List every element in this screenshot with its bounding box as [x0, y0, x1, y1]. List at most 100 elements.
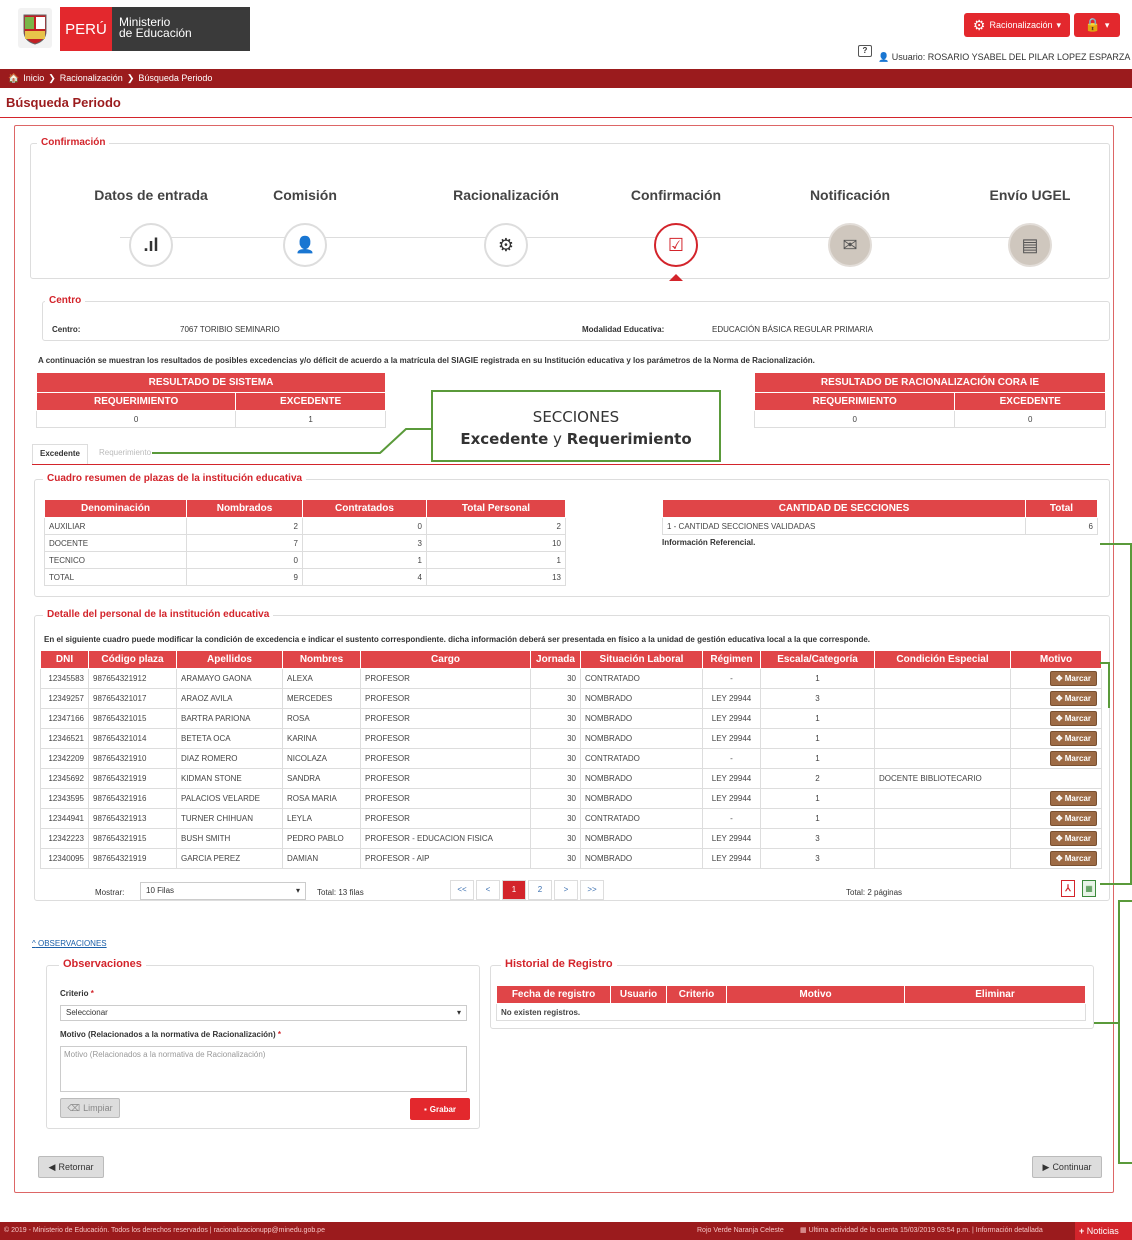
step-datos-entrada[interactable]: Datos de entrada .ıl [71, 187, 231, 267]
table-cell: 12345583 [40, 668, 89, 689]
continuar-button[interactable]: ▶ Continuar [1032, 1156, 1102, 1178]
excel-export-icon[interactable]: ▦ [1082, 880, 1096, 897]
marcar-button[interactable]: ✥ Marcar [1049, 731, 1097, 746]
motivo-textarea[interactable]: Motivo (Relacionados a la normativa de R… [60, 1046, 467, 1092]
table-cell: 1 [760, 708, 875, 729]
table-cell: 987654321014 [88, 728, 177, 749]
marcar-button[interactable]: ✥ Marcar [1049, 691, 1097, 706]
table-cell: 1 [760, 668, 875, 689]
marcar-icon: ✥ [1055, 834, 1063, 843]
table-cell: LEY 29944 [702, 848, 761, 869]
modalidad-label: Modalidad Educativa: [582, 325, 665, 334]
table-cell: CONTRATADO [580, 748, 703, 769]
criterio-label: Criterio * [60, 989, 94, 998]
col-contratados: Contratados [302, 499, 427, 518]
page-button[interactable]: 1 [502, 880, 526, 900]
marcar-button[interactable]: ✥ Marcar [1049, 791, 1097, 806]
col-nombres: Nombres [282, 650, 361, 669]
breadcrumb-racionalizacion[interactable]: Racionalización [60, 69, 123, 88]
col-regimen: Régimen [702, 650, 761, 669]
marcar-button[interactable]: ✥ Marcar [1049, 851, 1097, 866]
tab-requerimiento[interactable]: Requerimiento [90, 444, 160, 464]
ministry-line2: de Educación [119, 26, 192, 40]
table-cell: 30 [530, 788, 581, 809]
tab-excedente[interactable]: Excedente [32, 444, 88, 464]
home-icon[interactable]: 🏠 [8, 69, 19, 88]
table-cell: NICOLAZA [282, 748, 361, 769]
racionalizacion-menu-label: Racionalización [989, 20, 1053, 30]
marcar-button[interactable]: ✥ Marcar [1049, 711, 1097, 726]
resultado-sistema-table: RESULTADO DE SISTEMA REQUERIMIENTO EXCEDE… [35, 372, 386, 428]
caret-down-icon: ▾ [295, 886, 300, 895]
limpiar-button[interactable]: ⌫ Limpiar [60, 1098, 120, 1118]
detalle-table: DNI Código plaza Apellidos Nombres Cargo… [40, 650, 1102, 869]
peru-brand: PERÚ [60, 7, 112, 51]
resultado-cora-title: RESULTADO DE RACIONALIZACIÓN CORA IE [754, 372, 1106, 393]
grabar-button[interactable]: ▪ Grabar [410, 1098, 470, 1120]
footer-theme-links[interactable]: Rojo Verde Naranja Celeste [697, 1222, 784, 1240]
table-cell: PROFESOR [360, 668, 531, 689]
retornar-button[interactable]: ◀ Retornar [38, 1156, 104, 1178]
table-cell: PROFESOR - AIP [360, 848, 531, 869]
motivo-cell [1010, 768, 1102, 789]
table-cell: TURNER CHIHUAN [176, 808, 283, 829]
observaciones-toggle[interactable]: ^ OBSERVACIONES [32, 939, 107, 948]
table-cell: PROFESOR [360, 788, 531, 809]
table-cell: 30 [530, 848, 581, 869]
noticias-button[interactable]: + Noticias [1075, 1222, 1132, 1240]
table-row: 12345692 987654321919 KIDMAN STONE SANDRA PR… [40, 768, 1102, 789]
table-row: 12346521 987654321014 BETETA OCA KARINA PROF… [40, 728, 1102, 749]
step-confirmacion[interactable]: Confirmación ☑ [596, 187, 756, 281]
page-button[interactable]: < [476, 880, 500, 900]
centro-value: 7067 TORIBIO SEMINARIO [180, 325, 280, 334]
table-cell: 987654321913 [88, 808, 177, 829]
marcar-button[interactable]: ✥ Marcar [1049, 751, 1097, 766]
filas-select[interactable]: 10 Filas ▾ [140, 882, 306, 900]
info-referencial: Información Referencial. [662, 538, 756, 547]
step-envio-ugel[interactable]: Envío UGEL ▤ [950, 187, 1110, 267]
user-icon: 👤 [878, 52, 890, 62]
pdf-export-icon[interactable]: ⅄ [1061, 880, 1075, 897]
gear-icon: ⚙ [484, 223, 528, 267]
table-cell: 1 [760, 788, 875, 809]
page-button[interactable]: 2 [528, 880, 552, 900]
marcar-button[interactable]: ✥ Marcar [1049, 671, 1097, 686]
breadcrumb-inicio[interactable]: Inicio [23, 69, 44, 88]
criterio-select[interactable]: Seleccionar ▾ [60, 1005, 467, 1021]
racionalizacion-menu-button[interactable]: ⚙ Racionalización ▾ [964, 13, 1070, 37]
table-cell: NOMBRADO [580, 848, 703, 869]
table-cell: 12340095 [40, 848, 89, 869]
table-cell: KARINA [282, 728, 361, 749]
table-cell: NOMBRADO [580, 788, 703, 809]
resultado-sistema-title: RESULTADO DE SISTEMA [36, 372, 386, 393]
resumen-legend: Cuadro resumen de plazas de la instituci… [43, 473, 307, 484]
table-row: 12342223 987654321915 BUSH SMITH PEDRO PABL… [40, 828, 1102, 849]
step-notificacion[interactable]: Notificación ✉ [770, 187, 930, 267]
table-cell: ROSA MARIA [282, 788, 361, 809]
step-comision[interactable]: Comisión 👤 [225, 187, 385, 267]
envelope-icon: ✉ [828, 223, 872, 267]
col-criterio: Criterio [666, 985, 727, 1004]
annotation-tick-bottom [1094, 1020, 1118, 1024]
modalidad-value: EDUCACIÓN BÁSICA REGULAR PRIMARIA [712, 325, 873, 334]
help-button[interactable]: ? [858, 45, 872, 57]
marcar-button[interactable]: ✥ Marcar [1049, 831, 1097, 846]
page-button[interactable]: << [450, 880, 474, 900]
escudo-logo [18, 8, 52, 48]
marcar-button[interactable]: ✥ Marcar [1049, 811, 1097, 826]
col-escala: Escala/Categoría [760, 650, 875, 669]
table-cell: 1 [760, 748, 875, 769]
table-cell: BUSH SMITH [176, 828, 283, 849]
col-nombrados: Nombrados [186, 499, 303, 518]
step-racionalizacion[interactable]: Racionalización ⚙ [426, 187, 586, 267]
lock-menu-button[interactable]: 🔒 ▾ [1074, 13, 1120, 37]
col-motivo: Motivo [726, 985, 905, 1004]
footer-activity[interactable]: ▦ Ultima actividad de la cuenta 15/03/20… [800, 1222, 1043, 1240]
table-cell: DAMIAN [282, 848, 361, 869]
marcar-icon: ✥ [1055, 754, 1063, 763]
page-button[interactable]: > [554, 880, 578, 900]
confirmacion-legend: Confirmación [37, 137, 110, 148]
table-row: DOCENTE 7 3 10 [44, 534, 566, 552]
table-cell: 30 [530, 748, 581, 769]
page-button[interactable]: >> [580, 880, 604, 900]
